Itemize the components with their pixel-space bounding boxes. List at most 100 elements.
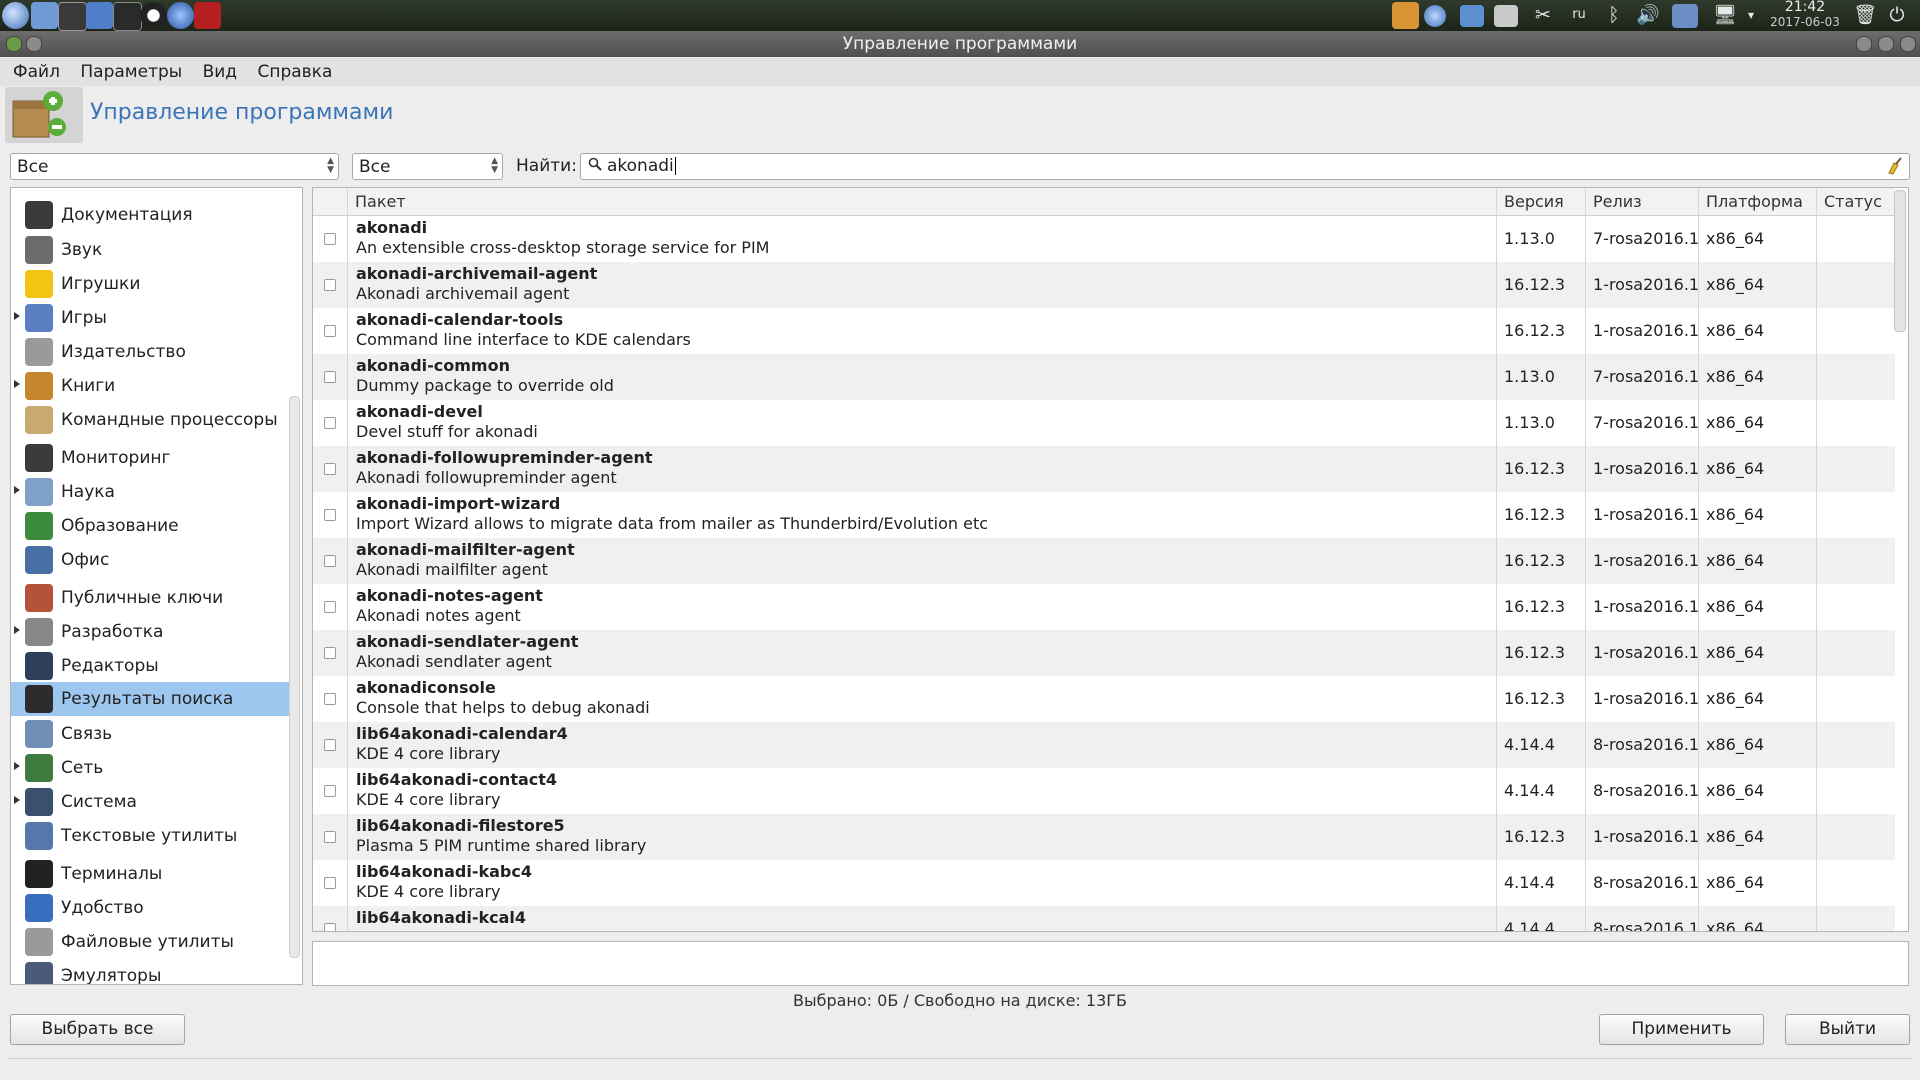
window-titlebar[interactable]: Управление программами — [0, 31, 1920, 57]
select-all-button[interactable]: Выбрать все — [10, 1014, 185, 1045]
sidebar-category-item[interactable]: Звук — [11, 233, 290, 267]
package-checkbox[interactable] — [324, 739, 336, 751]
package-checkbox[interactable] — [324, 325, 336, 337]
scissors-icon[interactable]: ✂ — [1530, 3, 1556, 27]
package-checkbox[interactable] — [324, 831, 336, 843]
table-row[interactable]: lib64akonadi-kabc4 KDE 4 core library 4.14… — [313, 860, 1895, 906]
table-row[interactable]: lib64akonadi-calendar4 KDE 4 core library… — [313, 722, 1895, 768]
package-checkbox[interactable] — [324, 463, 336, 475]
table-row[interactable]: akonadi-devel Devel stuff for akonadi 1.13… — [313, 400, 1895, 446]
menu-parameters[interactable]: Параметры — [73, 58, 188, 86]
search-input[interactable]: akonadi — [607, 154, 676, 179]
screenshot-tray-icon[interactable] — [1460, 5, 1484, 27]
status-filter-select[interactable]: Все ▲ ▼ — [352, 153, 503, 180]
package-checkbox[interactable] — [324, 371, 336, 383]
maximize-button[interactable] — [1878, 36, 1894, 52]
expand-arrow-icon[interactable] — [14, 626, 20, 634]
expand-arrow-icon[interactable] — [14, 762, 20, 770]
search-field[interactable]: akonadi — [580, 153, 1910, 180]
package-checkbox[interactable] — [324, 555, 336, 567]
group-filter-select[interactable]: Все ▲ ▼ — [10, 153, 339, 180]
column-header-package[interactable]: Пакет — [355, 188, 406, 215]
table-row[interactable]: akonadi An extensible cross-desktop stora… — [313, 216, 1895, 262]
sidebar-category-item[interactable]: Офис — [11, 543, 290, 577]
clock[interactable]: 21:42 2017-06-03 — [1760, 0, 1850, 30]
package-checkbox[interactable] — [324, 601, 336, 613]
apply-button[interactable]: Применить — [1599, 1014, 1764, 1045]
table-row[interactable]: akonadi-sendlater-agent Akonadi sendlater… — [313, 630, 1895, 676]
package-checkbox[interactable] — [324, 509, 336, 521]
volume-icon[interactable]: 🔊 — [1635, 3, 1661, 27]
window-menu-icon[interactable] — [6, 36, 22, 52]
table-row[interactable]: akonadi-notes-agent Akonadi notes agent 16… — [313, 584, 1895, 630]
expand-arrow-icon[interactable] — [14, 486, 20, 494]
package-checkbox[interactable] — [324, 877, 336, 889]
table-row[interactable]: akonadi-common Dummy package to override … — [313, 354, 1895, 400]
table-row[interactable]: lib64akonadi-filestore5 Plasma 5 PIM runt… — [313, 814, 1895, 860]
quit-button[interactable]: Выйти — [1785, 1014, 1910, 1045]
file-manager-icon[interactable] — [31, 2, 58, 29]
sidebar-category-item[interactable]: Игры — [11, 301, 290, 335]
sidebar-category-item[interactable]: Система — [11, 785, 290, 819]
package-checkbox[interactable] — [324, 785, 336, 797]
network-connections-icon[interactable] — [1672, 4, 1698, 28]
menu-file[interactable]: Файл — [6, 58, 66, 86]
close-button[interactable] — [1900, 36, 1916, 52]
bluetooth-icon[interactable]: ᛒ — [1601, 3, 1627, 27]
package-checkbox[interactable] — [324, 693, 336, 705]
clear-search-icon[interactable] — [1885, 157, 1903, 175]
minimize-button[interactable] — [1856, 36, 1872, 52]
sidebar-category-item[interactable]: Терминалы — [11, 857, 290, 891]
keyboard-layout-indicator[interactable]: ru — [1566, 3, 1592, 27]
column-header-platform[interactable]: Платформа — [1706, 188, 1803, 215]
expand-arrow-icon[interactable] — [14, 796, 20, 804]
media-player-icon[interactable] — [140, 2, 167, 29]
package-checkbox[interactable] — [324, 923, 336, 931]
sidebar-category-item[interactable]: Игрушки — [11, 267, 290, 301]
sidebar-category-item[interactable]: Связь — [11, 717, 290, 751]
expand-arrow-icon[interactable] — [14, 380, 20, 388]
column-header-release[interactable]: Релиз — [1593, 188, 1642, 215]
clipboard-tray-icon[interactable] — [1494, 5, 1518, 27]
table-row[interactable]: lib64akonadi-contact4 KDE 4 core library 4… — [313, 768, 1895, 814]
sidebar-category-item[interactable]: Книги — [11, 369, 290, 403]
menu-view[interactable]: Вид — [196, 58, 243, 86]
table-row[interactable]: akonadiconsole Console that helps to debu… — [313, 676, 1895, 722]
system-monitor-icon[interactable] — [113, 2, 142, 31]
menu-help[interactable]: Справка — [250, 58, 338, 86]
sidebar-category-item[interactable]: Результаты поиска — [11, 682, 290, 716]
sidebar-category-item[interactable]: Образование — [11, 509, 290, 543]
table-row[interactable]: akonadi-import-wizard Import Wizard allow… — [313, 492, 1895, 538]
column-header-version[interactable]: Версия — [1504, 188, 1564, 215]
table-row[interactable]: akonadi-mailfilter-agent Akonadi mailfilt… — [313, 538, 1895, 584]
sidebar-category-item[interactable]: Мониторинг — [11, 441, 290, 475]
network-globe-tray-icon[interactable] — [1424, 5, 1446, 27]
alarm-clock-icon[interactable] — [194, 2, 221, 29]
table-row[interactable]: akonadi-archivemail-agent Akonadi archive… — [313, 262, 1895, 308]
sidebar-category-item[interactable]: Эмуляторы — [11, 959, 290, 984]
package-checkbox[interactable] — [324, 279, 336, 291]
sidebar-category-item[interactable]: Публичные ключи — [11, 581, 290, 615]
shutdown-icon[interactable]: ⏻ — [1884, 3, 1910, 27]
browser-icon[interactable] — [167, 2, 194, 29]
table-row[interactable]: lib64akonadi-kcal4 4.14.4 8-rosa2016.1 x86_… — [313, 906, 1895, 931]
sidebar-category-item[interactable]: Разработка — [11, 615, 290, 649]
expand-arrow-icon[interactable] — [14, 312, 20, 320]
sidebar-category-item[interactable]: Текстовые утилиты — [11, 819, 290, 853]
package-manager-tray-icon[interactable] — [1392, 2, 1419, 29]
sidebar-scrollbar[interactable] — [289, 396, 300, 958]
rosa-menu-icon[interactable] — [2, 2, 29, 29]
package-checkbox[interactable] — [324, 647, 336, 659]
sidebar-category-item[interactable]: Сеть — [11, 751, 290, 785]
sidebar-category-item[interactable]: Издательство — [11, 335, 290, 369]
table-row[interactable]: akonadi-followupreminder-agent Akonadi fo… — [313, 446, 1895, 492]
table-scrollbar[interactable] — [1894, 190, 1906, 332]
package-checkbox[interactable] — [324, 417, 336, 429]
package-checkbox[interactable] — [324, 233, 336, 245]
sidebar-category-item[interactable]: Файловые утилиты — [11, 925, 290, 959]
sidebar-category-item[interactable]: Наука — [11, 475, 290, 509]
trash-icon[interactable]: 🗑 — [1852, 3, 1878, 27]
sidebar-category-item[interactable]: Документация — [11, 198, 290, 232]
sidebar-category-item[interactable]: Командные процессоры — [11, 403, 290, 437]
table-row[interactable]: akonadi-calendar-tools Command line inter… — [313, 308, 1895, 354]
